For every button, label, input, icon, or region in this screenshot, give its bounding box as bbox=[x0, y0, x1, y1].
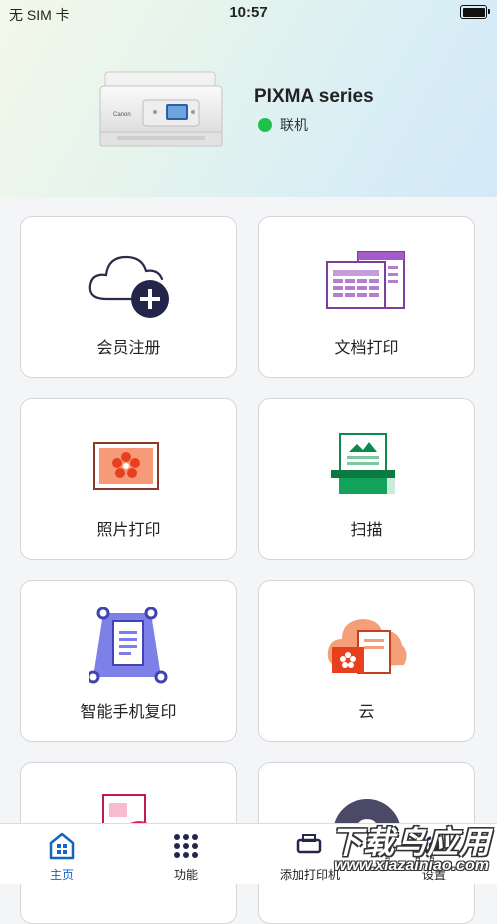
smartphone-copy-label: 智能手机复印 bbox=[80, 704, 177, 721]
document-print-label: 文档打印 bbox=[334, 340, 399, 357]
svg-text:Canon: Canon bbox=[113, 112, 131, 118]
battery-icon bbox=[460, 5, 490, 19]
tab-home-label: 主页 bbox=[49, 868, 74, 882]
cloud-plus-icon bbox=[88, 255, 169, 318]
home-icon bbox=[49, 832, 75, 860]
printer-header[interactable]: 无 SIM 卡 10:57 Canon PIXMA series 联机 bbox=[0, 0, 497, 197]
member-registration-label: 会员注册 bbox=[96, 340, 161, 357]
member-registration-button[interactable]: 会员注册 bbox=[20, 216, 237, 378]
smartphone-copy-icon bbox=[88, 606, 167, 683]
cloud-button[interactable]: 云 bbox=[258, 580, 475, 742]
watermark-url: www.xiazainiao.com bbox=[333, 857, 489, 874]
photo-print-button[interactable]: 照片打印 bbox=[20, 398, 237, 560]
scan-button[interactable]: 扫描 bbox=[258, 398, 475, 560]
document-print-icon bbox=[325, 250, 405, 309]
document-print-button[interactable]: 文档打印 bbox=[258, 216, 475, 378]
printer-status: 联机 bbox=[258, 115, 308, 135]
smartphone-copy-button[interactable]: 智能手机复印 bbox=[20, 580, 237, 742]
tab-home[interactable]: 主页 bbox=[0, 824, 124, 884]
tab-functions-label: 功能 bbox=[173, 868, 198, 882]
photo-print-label: 照片打印 bbox=[96, 522, 161, 539]
cloud-label: 云 bbox=[358, 704, 375, 721]
scan-label: 扫描 bbox=[350, 522, 383, 539]
status-bar: 无 SIM 卡 10:57 bbox=[0, 0, 497, 26]
grid-icon bbox=[174, 834, 198, 858]
online-status-dot bbox=[258, 118, 272, 132]
printer-image: Canon bbox=[99, 71, 223, 147]
tab-functions[interactable]: 功能 bbox=[124, 824, 248, 884]
scan-icon bbox=[330, 432, 395, 494]
clock: 10:57 bbox=[229, 4, 268, 21]
cloud-print-icon bbox=[327, 618, 407, 674]
printer-name: PIXMA series bbox=[254, 86, 374, 107]
photo-print-icon bbox=[92, 441, 159, 490]
watermark-title: 下载鸟应用 bbox=[331, 825, 491, 860]
printer-status-label: 联机 bbox=[280, 117, 308, 133]
watermark: 下载鸟应用 www.xiazainiao.com bbox=[298, 813, 495, 883]
